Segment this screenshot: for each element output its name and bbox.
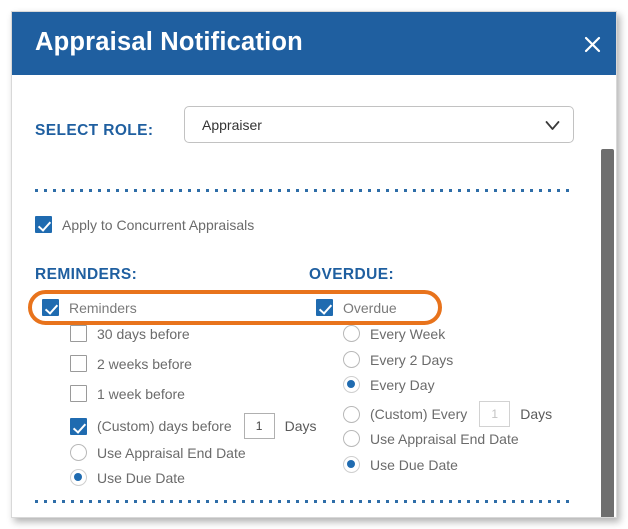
select-role-value: Appraiser	[202, 117, 262, 133]
overdue-option-label: Every 2 Days	[370, 351, 454, 368]
checkbox-indicator	[70, 385, 87, 402]
dialog-title-bar: Appraisal Notification	[12, 12, 616, 75]
overdue-radio-use-due-date[interactable]: Use Due Date	[343, 456, 458, 473]
divider-top	[35, 189, 575, 192]
radio-indicator	[343, 325, 360, 342]
overdue-days-unit-label: Days	[520, 406, 553, 422]
reminder-option-2-weeks[interactable]: 2 weeks before	[70, 355, 192, 372]
apply-concurrent-appraisals-checkbox[interactable]: Apply to Concurrent Appraisals	[35, 216, 254, 233]
radio-indicator	[343, 376, 360, 393]
chevron-down-icon	[545, 121, 560, 130]
reminders-radio-label: Use Appraisal End Date	[97, 444, 246, 461]
reminders-master-label: Reminders	[69, 299, 137, 316]
reminders-radio-label: Use Due Date	[97, 469, 185, 486]
overdue-master-label: Overdue	[343, 299, 397, 316]
checkbox-indicator	[42, 299, 59, 316]
reminders-radio-use-due-date[interactable]: Use Due Date	[70, 469, 185, 486]
checkbox-indicator	[70, 325, 87, 342]
overdue-option-label: Every Day	[370, 376, 435, 393]
overdue-heading: OVERDUE:	[309, 266, 395, 283]
divider-bottom	[35, 500, 575, 503]
scrollbar-thumb[interactable]	[601, 149, 614, 517]
reminder-option-custom-days[interactable]: (Custom) days before 1 Days	[70, 413, 317, 439]
overdue-option-label: Every Week	[370, 325, 446, 342]
scrollbar-track[interactable]	[599, 75, 616, 517]
reminders-master-checkbox[interactable]: Reminders	[42, 299, 137, 316]
overdue-radio-label: Use Due Date	[370, 456, 458, 473]
radio-indicator	[343, 405, 360, 423]
close-icon	[584, 36, 600, 52]
overdue-option-every-day[interactable]: Every Day	[343, 376, 435, 393]
overdue-radio-use-appraisal-end-date[interactable]: Use Appraisal End Date	[343, 430, 519, 447]
overdue-option-every-2-days[interactable]: Every 2 Days	[343, 351, 453, 368]
overdue-option-custom-every[interactable]: (Custom) Every 1 Days	[343, 401, 552, 427]
radio-indicator	[343, 351, 360, 368]
overdue-custom-days-input[interactable]: 1	[479, 401, 511, 427]
reminders-custom-days-input[interactable]: 1	[243, 413, 275, 439]
overdue-option-every-week[interactable]: Every Week	[343, 325, 445, 342]
radio-indicator	[70, 444, 87, 461]
overdue-radio-label: Use Appraisal End Date	[370, 430, 519, 447]
radio-indicator	[343, 430, 360, 447]
overdue-master-checkbox[interactable]: Overdue	[316, 299, 397, 316]
reminders-heading: REMINDERS:	[35, 266, 138, 283]
reminder-option-30-days[interactable]: 30 days before	[70, 325, 190, 342]
reminders-radio-use-appraisal-end-date[interactable]: Use Appraisal End Date	[70, 444, 246, 461]
reminder-option-label: 1 week before	[97, 385, 185, 402]
select-role-dropdown[interactable]: Appraiser	[184, 106, 574, 143]
reminder-option-1-week[interactable]: 1 week before	[70, 385, 185, 402]
overdue-option-label: (Custom) Every	[370, 406, 468, 422]
reminders-days-unit-label: Days	[284, 418, 317, 434]
checkbox-indicator	[70, 417, 87, 435]
screenshot-stage: Appraisal Notification SELECT ROLE: Appr…	[0, 0, 628, 529]
radio-indicator	[343, 456, 360, 473]
close-button[interactable]	[577, 29, 607, 59]
apply-concurrent-appraisals-label: Apply to Concurrent Appraisals	[62, 216, 255, 233]
checkbox-indicator	[70, 355, 87, 372]
radio-indicator	[70, 469, 87, 486]
reminder-option-label: 2 weeks before	[97, 355, 192, 372]
page-title: Appraisal Notification	[35, 28, 303, 56]
reminder-option-label: 30 days before	[97, 325, 190, 342]
reminder-option-label: (Custom) days before	[97, 418, 232, 434]
appraisal-notification-dialog: Appraisal Notification SELECT ROLE: Appr…	[11, 11, 617, 518]
checkbox-indicator	[316, 299, 333, 316]
checkbox-indicator	[35, 216, 52, 233]
select-role-label: SELECT ROLE:	[35, 122, 154, 139]
